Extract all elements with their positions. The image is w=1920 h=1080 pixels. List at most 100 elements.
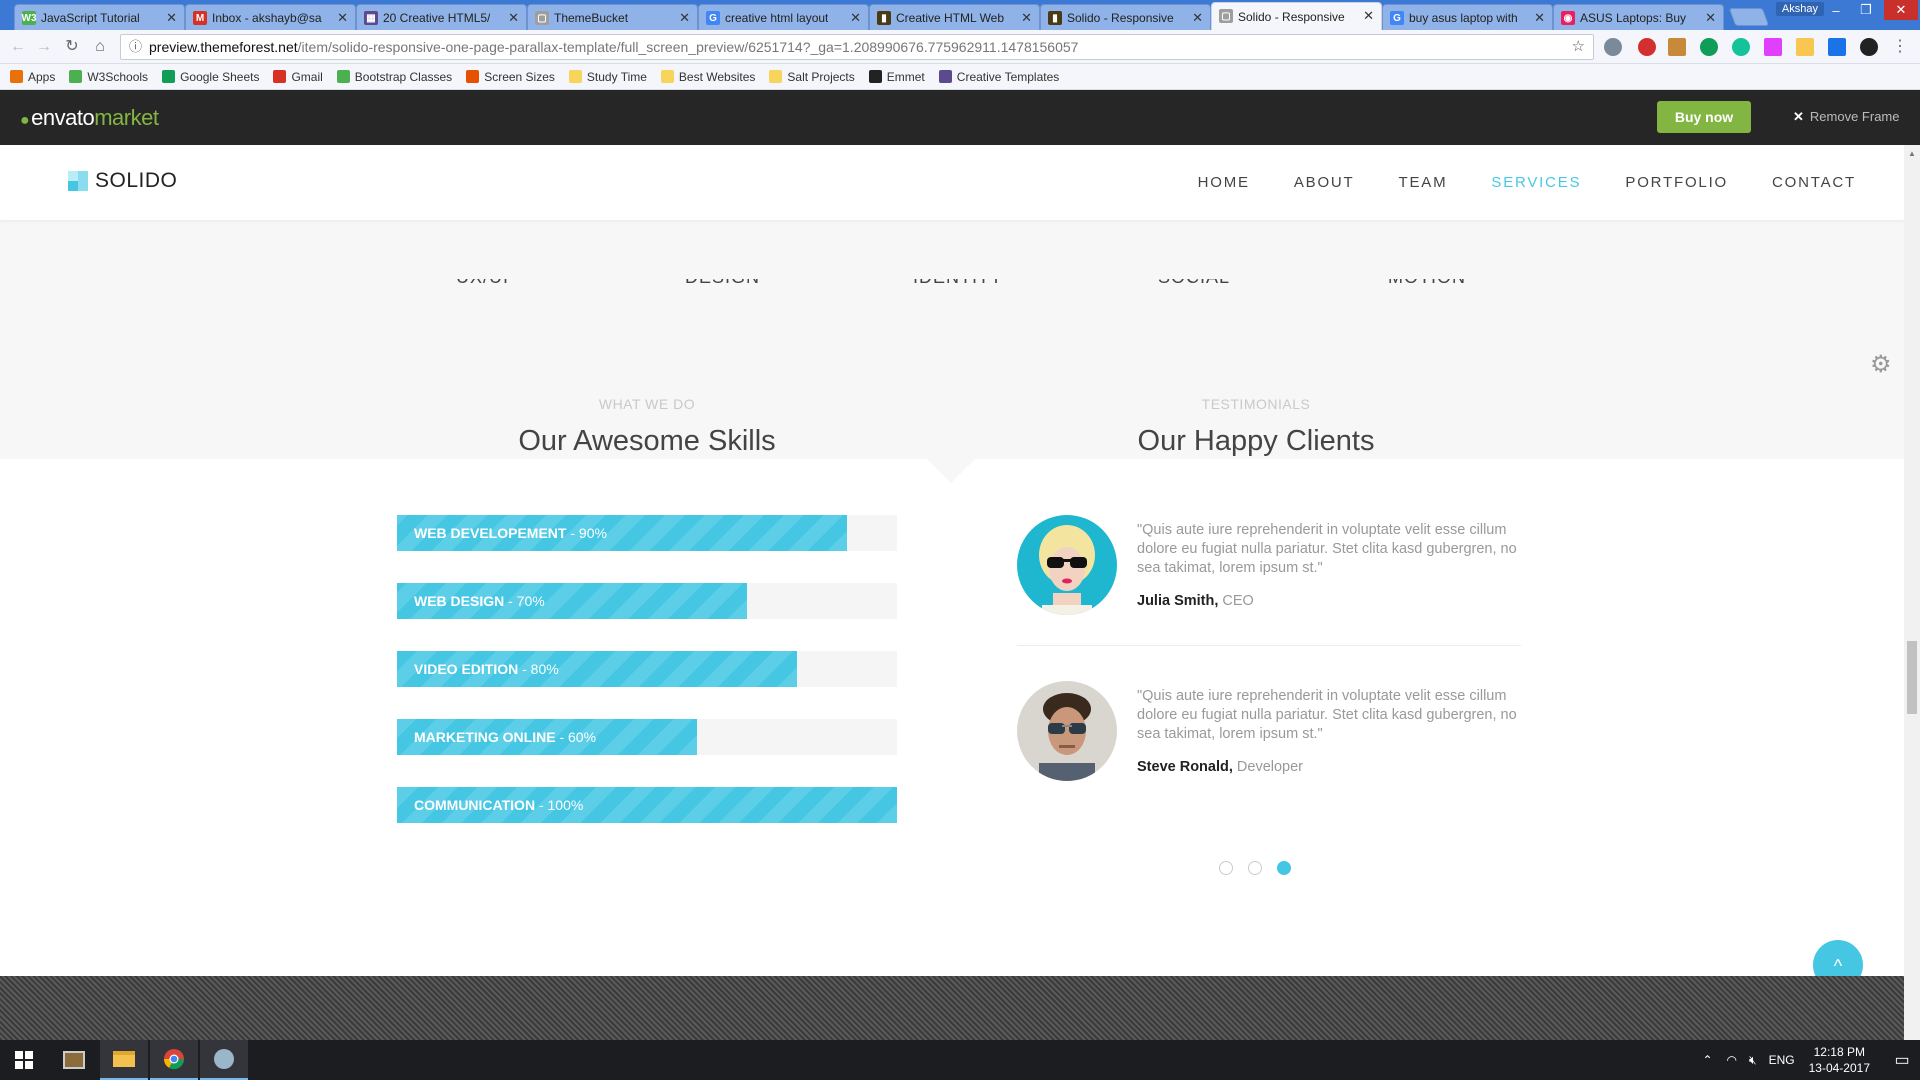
nav-item-contact[interactable]: CONTACT: [1772, 174, 1856, 191]
testimonial-pager: [1219, 861, 1306, 875]
tab-title: ThemeBucket: [554, 10, 629, 25]
tab-close-icon[interactable]: ✕: [1192, 10, 1203, 26]
nav-item-about[interactable]: ABOUT: [1294, 174, 1355, 191]
page-scrollbar[interactable]: ▲: [1904, 145, 1920, 1040]
grammarly-icon[interactable]: [1732, 38, 1750, 56]
action-center-icon[interactable]: ▭: [1884, 1050, 1920, 1070]
browser-tab[interactable]: ▮ Creative HTML Web ✕: [869, 4, 1040, 30]
bookmark-item[interactable]: Study Time: [568, 70, 647, 84]
tab-close-icon[interactable]: ✕: [337, 10, 348, 26]
scrollbar-thumb[interactable]: [1907, 641, 1917, 714]
bookmark-item[interactable]: Google Sheets: [162, 70, 259, 84]
section-notch: [927, 459, 975, 483]
browser-tab[interactable]: ▦ 20 Creative HTML5/ ✕: [356, 4, 527, 30]
language-indicator[interactable]: ENG: [1769, 1053, 1795, 1067]
tray-chevron-icon[interactable]: ⌃: [1702, 1053, 1712, 1067]
browser-tab[interactable]: M Inbox - akshayb@sa ✕: [185, 4, 356, 30]
tab-close-icon[interactable]: ✕: [166, 10, 177, 26]
bookmark-item[interactable]: Creative Templates: [938, 70, 1059, 84]
envato-leaf-icon: ●: [20, 112, 30, 129]
gear-icon[interactable]: ⚙: [1870, 353, 1894, 377]
nav-item-services[interactable]: SERVICES: [1491, 174, 1581, 191]
back-icon[interactable]: ←: [8, 37, 28, 57]
tab-close-icon[interactable]: ✕: [508, 10, 519, 26]
pager-dot[interactable]: [1219, 861, 1233, 875]
bookmark-item[interactable]: Gmail: [273, 70, 323, 84]
envato-logo-accent: market: [94, 105, 159, 130]
reload-icon[interactable]: ↻: [62, 37, 82, 57]
app-taskbar-icon[interactable]: [200, 1040, 248, 1080]
extension-recycle-icon[interactable]: [1604, 38, 1622, 56]
new-tab-button[interactable]: [1728, 8, 1770, 26]
buy-now-button[interactable]: Buy now: [1657, 101, 1751, 133]
chrome-menu-icon[interactable]: ⋮: [1890, 37, 1910, 57]
browser-tab[interactable]: Gbuy asus laptop with ✕: [1382, 4, 1553, 30]
skill-label: COMMUNICATION - 100%: [414, 787, 583, 823]
clock-time: 12:18 PM: [1813, 1045, 1865, 1059]
bookmark-item[interactable]: Apps: [10, 70, 55, 84]
skill-bar: MARKETING ONLINE - 60%: [397, 719, 897, 755]
file-explorer-icon[interactable]: [100, 1040, 148, 1080]
extension-brush-icon[interactable]: [1668, 38, 1686, 56]
browser-toolbar: ← → ↻ ⌂ ⓘ preview.themeforest.net/item/s…: [0, 30, 1920, 64]
nav-item-home[interactable]: HOME: [1198, 174, 1250, 191]
profile-button[interactable]: Akshay: [1775, 2, 1824, 16]
bookmark-item[interactable]: Emmet: [868, 70, 925, 84]
page-info-icon[interactable]: ⓘ: [129, 35, 142, 59]
bookmark-item[interactable]: Salt Projects: [769, 69, 855, 84]
bookmark-item[interactable]: Best Websites: [660, 70, 755, 84]
creative-icon: [938, 70, 952, 83]
tab-close-icon[interactable]: ✕: [679, 10, 690, 26]
envato-market-logo[interactable]: ●envatomarket: [20, 105, 159, 131]
clock[interactable]: 12:18 PM 13-04-2017: [1809, 1044, 1870, 1076]
tab-close-icon[interactable]: ✕: [1705, 10, 1716, 26]
maximize-icon[interactable]: ❐: [1852, 0, 1880, 20]
tab-close-icon[interactable]: ✕: [1534, 10, 1545, 26]
home-icon[interactable]: ⌂: [90, 37, 110, 57]
folder-icon: [769, 70, 783, 83]
forward-icon[interactable]: →: [34, 37, 54, 57]
windows-start-icon[interactable]: [0, 1040, 48, 1080]
bookmark-item[interactable]: W3Schools: [69, 70, 148, 84]
testimonial-quote: "Quis aute iure reprehenderit in volupta…: [1137, 522, 1517, 576]
tab-close-icon[interactable]: ✕: [850, 10, 861, 26]
author-name: Julia Smith,: [1137, 593, 1219, 609]
extension-dark-icon[interactable]: [1860, 38, 1878, 56]
remove-frame-button[interactable]: ✕ Remove Frame: [1793, 109, 1899, 125]
browser-tab[interactable]: Gcreative html layout ✕: [698, 4, 869, 30]
browser-tab[interactable]: W3 JavaScript Tutorial ✕: [14, 4, 185, 30]
bookmark-star-icon[interactable]: ☆: [1572, 35, 1585, 59]
pager-dot[interactable]: [1277, 861, 1291, 875]
nav-item-portfolio[interactable]: PORTFOLIO: [1625, 174, 1728, 191]
extension-star-icon[interactable]: [1796, 38, 1814, 56]
extension-gradient-icon[interactable]: [1764, 38, 1782, 56]
address-bar[interactable]: ⓘ preview.themeforest.net/item/solido-re…: [120, 34, 1594, 60]
solido-logo[interactable]: SOLIDO: [68, 169, 177, 193]
pager-dot[interactable]: [1248, 861, 1262, 875]
bookmark-item[interactable]: Bootstrap Classes: [336, 70, 452, 84]
extension-green-icon[interactable]: [1700, 38, 1718, 56]
close-window-icon[interactable]: ✕: [1884, 0, 1918, 20]
tab-close-icon[interactable]: ✕: [1363, 8, 1374, 24]
chrome-taskbar-icon[interactable]: [150, 1040, 198, 1080]
nav-item-team[interactable]: TEAM: [1399, 174, 1448, 191]
browser-tab[interactable]: ▢ ThemeBucket ✕: [527, 4, 698, 30]
scroll-up-icon[interactable]: ▲: [1908, 149, 1916, 158]
browser-tab[interactable]: ▮ Solido - Responsive ✕: [1040, 4, 1211, 30]
network-icon[interactable]: ◠: [1727, 1053, 1737, 1067]
volume-muted-icon[interactable]: 🔇︎: [1749, 1053, 1757, 1068]
minimize-icon[interactable]: –: [1822, 0, 1850, 20]
browser-tab[interactable]: ▢ Solido - Responsive ✕: [1211, 2, 1382, 30]
adblock-extension-icon[interactable]: [1638, 38, 1656, 56]
tab-close-icon[interactable]: ✕: [1021, 10, 1032, 26]
service-label: DESIGN: [685, 267, 761, 287]
browser-tab[interactable]: ◉ ASUS Laptops: Buy ✕: [1553, 4, 1724, 30]
url-path: /item/solido-responsive-one-page-paralla…: [297, 39, 1079, 55]
bookmark-item[interactable]: Screen Sizes: [466, 70, 555, 84]
skill-bar: VIDEO EDITION - 80%: [397, 651, 897, 687]
bookmark-label: Salt Projects: [787, 69, 855, 84]
service-label: SOCIAL: [1158, 267, 1231, 287]
system-tray: ⌃ ◠ 🔇︎ ENG 12:18 PM 13-04-2017 ▭: [1702, 1040, 1920, 1080]
media-app-icon[interactable]: [50, 1040, 98, 1080]
extension-v-icon[interactable]: [1828, 38, 1846, 56]
